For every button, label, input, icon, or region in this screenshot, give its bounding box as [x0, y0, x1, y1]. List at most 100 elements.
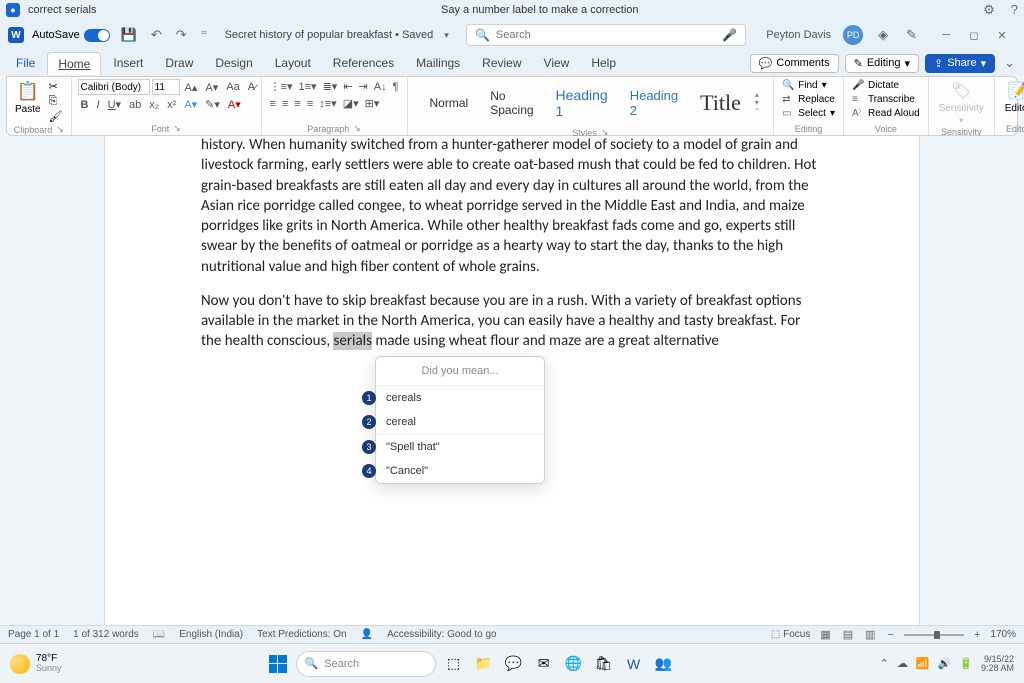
replace-button[interactable]: ⇄Replace — [780, 93, 837, 106]
mic-input-icon[interactable]: 🎤 — [722, 28, 737, 42]
format-painter-icon[interactable]: 🖌 — [47, 109, 65, 124]
tab-layout[interactable]: Layout — [265, 52, 321, 74]
bold-button[interactable]: B — [78, 98, 92, 112]
tray-onedrive-icon[interactable]: ☁ — [897, 657, 908, 670]
style-heading1[interactable]: Heading 1 — [548, 83, 616, 123]
align-center-icon[interactable]: ≡ — [280, 97, 290, 111]
strikethrough-button[interactable]: ab — [126, 98, 144, 112]
align-right-icon[interactable]: ≡ — [292, 97, 302, 111]
maximize-button[interactable]: ◻ — [960, 25, 988, 45]
shading-icon[interactable]: ◪▾ — [341, 96, 361, 111]
change-case-icon[interactable]: Aa — [223, 80, 242, 94]
dialog-launcher-icon[interactable]: ↘ — [173, 123, 181, 134]
editing-mode-button[interactable]: ✎ Editing ▾ — [845, 54, 919, 73]
style-nospacing[interactable]: No Spacing — [482, 85, 541, 121]
dictate-button[interactable]: 🎤Dictate — [850, 79, 922, 92]
chat-icon[interactable]: 💬 — [502, 652, 526, 676]
style-heading2[interactable]: Heading 2 — [622, 84, 686, 122]
transcribe-button[interactable]: ≡Transcribe — [850, 93, 922, 106]
style-normal[interactable]: Normal — [422, 92, 477, 114]
focus-mode[interactable]: ⬚ Focus — [771, 629, 810, 640]
tab-view[interactable]: View — [534, 52, 580, 74]
select-button[interactable]: ▭Select ▾ — [780, 107, 837, 120]
text-predictions[interactable]: Text Predictions: On — [257, 629, 346, 640]
chevron-down-icon[interactable]: ▾ — [441, 30, 452, 41]
people-icon[interactable]: 👥 — [652, 652, 676, 676]
explorer-icon[interactable]: 📁 — [472, 652, 496, 676]
underline-button[interactable]: U▾ — [105, 97, 124, 112]
search-input[interactable] — [496, 29, 716, 41]
zoom-out-button[interactable]: − — [886, 629, 896, 641]
read-mode-icon[interactable]: ▦ — [818, 628, 832, 641]
show-marks-icon[interactable]: ¶ — [391, 80, 401, 94]
font-color-icon[interactable]: A▾ — [225, 97, 244, 112]
start-button[interactable] — [266, 652, 290, 676]
editor-button[interactable]: 📝 Editor — [1001, 79, 1024, 116]
justify-icon[interactable]: ≡ — [305, 97, 315, 111]
edge-icon[interactable]: 🌐 — [562, 652, 586, 676]
font-name-select[interactable] — [78, 79, 150, 95]
superscript-button[interactable]: x² — [164, 98, 179, 112]
avatar[interactable]: PD — [843, 25, 863, 45]
correction-option-2[interactable]: 2 cereal — [376, 410, 544, 434]
dialog-launcher-icon[interactable]: ↘ — [353, 123, 361, 134]
page-count[interactable]: Page 1 of 1 — [8, 629, 59, 640]
numbering-icon[interactable]: 1≡▾ — [297, 79, 319, 94]
mail-icon[interactable]: ✉ — [532, 652, 556, 676]
tab-review[interactable]: Review — [472, 52, 531, 74]
zoom-in-button[interactable]: + — [972, 629, 982, 641]
zoom-level[interactable]: 170% — [990, 629, 1016, 640]
redo-icon[interactable]: ↷ — [173, 27, 190, 43]
print-layout-icon[interactable]: ▤ — [841, 628, 855, 641]
comments-button[interactable]: 💬 Comments — [750, 54, 839, 73]
task-view-icon[interactable]: ⬚ — [442, 652, 466, 676]
save-icon[interactable]: 💾 — [118, 27, 140, 43]
line-spacing-icon[interactable]: ↕≡▾ — [317, 96, 338, 111]
qat-dropdown-icon[interactable]: ⁼ — [198, 27, 211, 43]
tray-wifi-icon[interactable]: 📶 — [916, 657, 930, 670]
tray-chevron-icon[interactable]: ⌃ — [880, 657, 889, 670]
font-size-select[interactable] — [152, 79, 180, 95]
clear-format-icon[interactable]: A̷ — [245, 80, 258, 94]
pencil-icon[interactable]: ✎ — [903, 27, 920, 43]
paragraph-1[interactable]: history. When humanity switched from a h… — [201, 136, 823, 277]
borders-icon[interactable]: ⊞▾ — [363, 96, 382, 111]
sort-icon[interactable]: A↓ — [372, 80, 389, 94]
decrease-indent-icon[interactable]: ⇤ — [341, 79, 354, 94]
highlight-icon[interactable]: ✎▾ — [202, 97, 223, 112]
paragraph-2[interactable]: Now you don't have to skip breakfast bec… — [201, 291, 823, 352]
diamond-icon[interactable]: ◈ — [875, 27, 891, 43]
tab-design[interactable]: Design — [205, 52, 262, 74]
document-title[interactable]: Secret history of popular breakfast • Sa… — [225, 29, 434, 41]
increase-font-icon[interactable]: A▴ — [182, 80, 201, 95]
tab-help[interactable]: Help — [581, 52, 626, 74]
minimize-button[interactable]: ─ — [932, 25, 960, 45]
tab-draw[interactable]: Draw — [155, 52, 203, 74]
accessibility-status[interactable]: Accessibility: Good to go — [387, 629, 497, 640]
tray-clock[interactable]: 9/15/22 9:28 AM — [981, 655, 1014, 673]
toggle-on-icon[interactable] — [84, 29, 110, 42]
taskbar-search[interactable]: 🔍 Search — [296, 651, 436, 677]
cut-icon[interactable]: ✂ — [47, 79, 65, 94]
share-button[interactable]: ⇪ Share ▾ — [925, 54, 995, 73]
settings-gear-icon[interactable]: ⚙ — [983, 2, 995, 18]
zoom-slider[interactable] — [904, 634, 964, 636]
bullets-icon[interactable]: ⋮≡▾ — [268, 79, 295, 94]
copy-icon[interactable]: ⎘ — [47, 94, 65, 109]
tab-insert[interactable]: Insert — [103, 52, 153, 74]
undo-icon[interactable]: ↶ — [148, 27, 165, 43]
italic-button[interactable]: I — [94, 98, 103, 112]
web-layout-icon[interactable]: ▥ — [863, 628, 877, 641]
word-taskbar-icon[interactable]: W — [622, 652, 646, 676]
spell-check-icon[interactable]: 📖 — [153, 629, 165, 640]
weather-widget[interactable]: 78°F Sunny — [0, 654, 72, 674]
text-effects-icon[interactable]: A▾ — [181, 97, 200, 112]
read-aloud-button[interactable]: A⁾Read Aloud — [850, 107, 922, 120]
tray-volume-icon[interactable]: 🔊 — [938, 657, 952, 670]
align-left-icon[interactable]: ≡ — [268, 97, 278, 111]
decrease-font-icon[interactable]: A▾ — [202, 80, 221, 95]
selected-word[interactable]: serials — [333, 332, 372, 350]
increase-indent-icon[interactable]: ⇥ — [357, 79, 370, 94]
tab-references[interactable]: References — [323, 52, 404, 74]
correction-option-1[interactable]: 1 cereals — [376, 386, 544, 410]
